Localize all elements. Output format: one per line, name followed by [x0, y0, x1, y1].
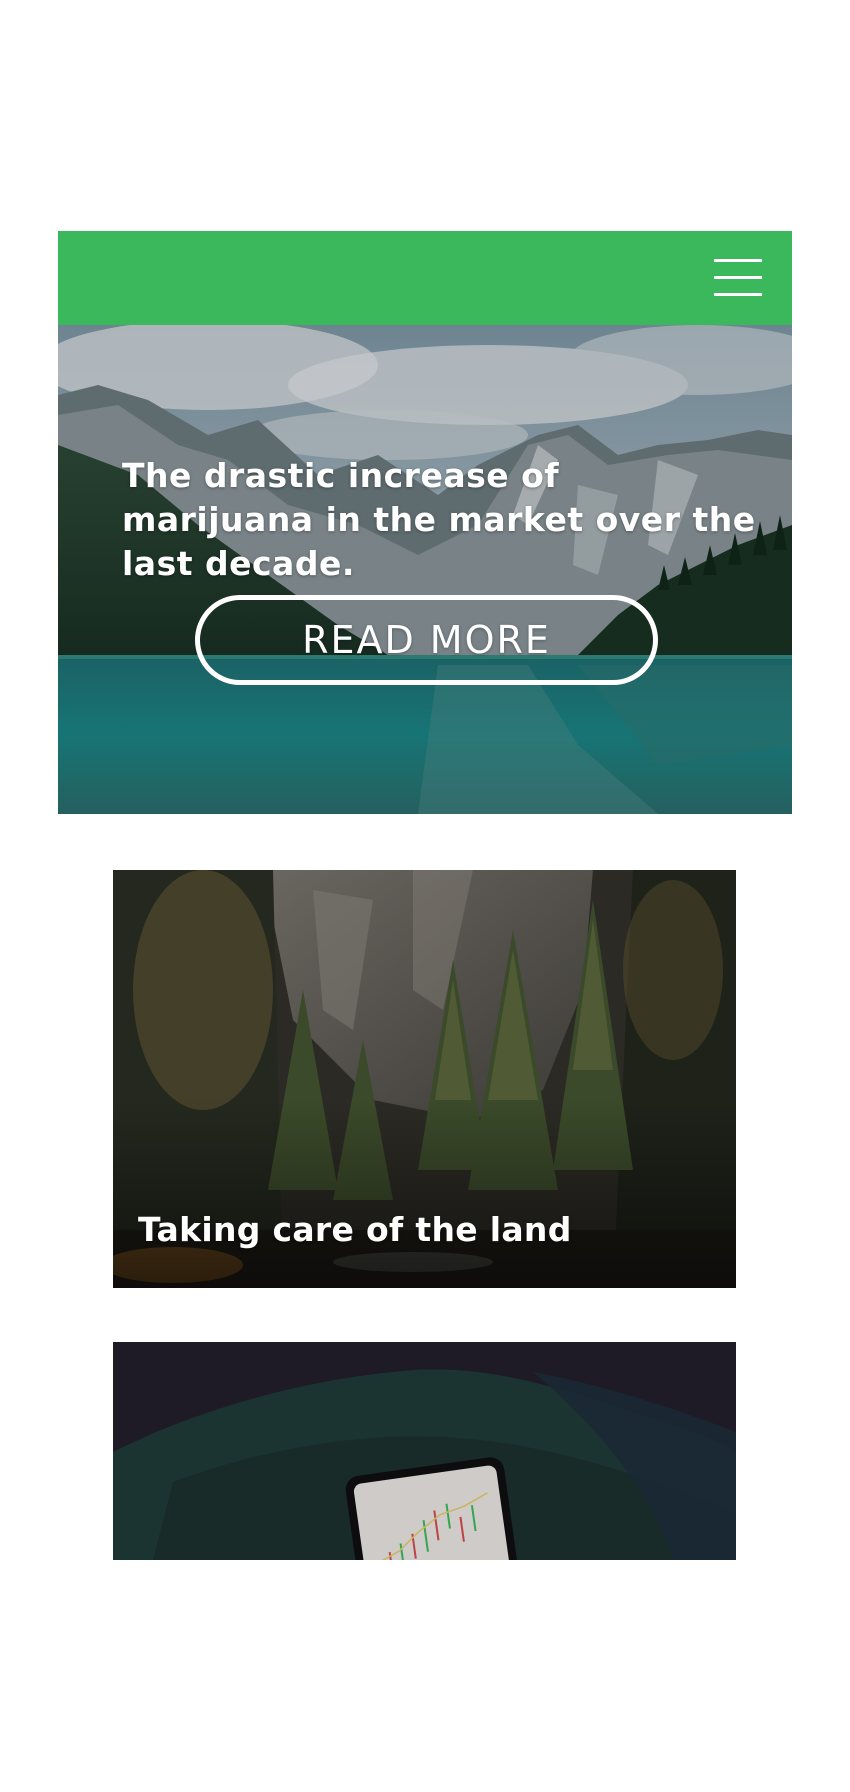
read-more-button[interactable]: READ MORE: [195, 595, 658, 685]
site-header: [58, 231, 792, 325]
hero-title: The drastic increase of marijuana in the…: [122, 456, 756, 583]
card-title: Taking care of the land: [138, 1210, 572, 1249]
menu-line: [714, 293, 762, 296]
hero-banner: The drastic increase of marijuana in the…: [58, 325, 792, 814]
phone-chart-image: [113, 1342, 736, 1560]
page: The drastic increase of marijuana in the…: [0, 0, 850, 1792]
menu-line: [714, 259, 762, 262]
hamburger-menu-icon[interactable]: [714, 257, 762, 299]
article-card-phone[interactable]: [113, 1342, 736, 1560]
menu-line: [714, 276, 762, 279]
article-card-forest[interactable]: Taking care of the land: [113, 870, 736, 1288]
